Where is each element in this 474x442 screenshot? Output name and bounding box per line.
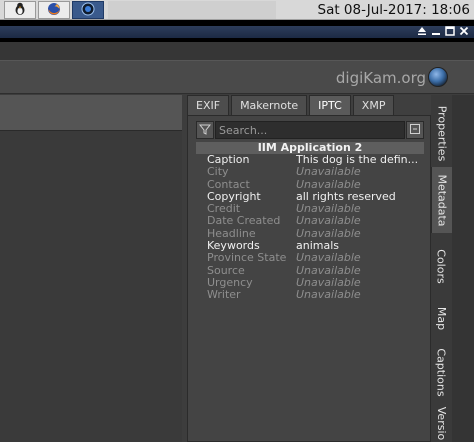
menubar — [0, 42, 474, 60]
window-titlebar[interactable] — [0, 20, 474, 42]
metadata-rows: Caption This dog is the defin... City Unava… — [196, 154, 424, 302]
iptc-tab-body: IIM Application 2 Caption This dog is the… — [187, 115, 431, 442]
metadata-key: Writer — [207, 289, 241, 302]
close-button[interactable] — [458, 26, 470, 38]
penguin-icon — [13, 2, 27, 19]
filter-button[interactable] — [196, 121, 214, 139]
filter-icon — [198, 123, 212, 138]
tab-xmp[interactable]: XMP — [352, 95, 395, 115]
metadata-value: Unavailable — [296, 166, 361, 179]
metadata-key: Headline — [207, 227, 256, 240]
header-banner: digiKam.org — [0, 60, 474, 94]
metadata-key: Caption — [207, 154, 250, 166]
firefox-icon — [47, 2, 61, 19]
metadata-row[interactable]: Contact Unavailable — [196, 179, 424, 191]
metadata-row[interactable]: Province State Unavailable — [196, 252, 424, 264]
metadata-row[interactable]: Writer Unavailable — [196, 289, 424, 301]
digikam-icon — [81, 2, 95, 19]
clear-search-button[interactable] — [406, 121, 424, 139]
metadata-key: Date Created — [207, 215, 281, 228]
sidebar-tab-map[interactable]: Map — [431, 299, 452, 337]
sidebar-tab-properties[interactable]: Properties — [431, 103, 452, 163]
taskbar-empty-area — [108, 1, 276, 19]
metadata-key: Credit — [207, 203, 241, 216]
sidebar-tab-metadata[interactable]: Metadata — [431, 167, 452, 233]
metadata-panel: EXIF Makernote IPTC XMP IIM Application … — [187, 95, 431, 442]
metadata-key: Keywords — [207, 240, 260, 253]
metadata-key: Urgency — [207, 276, 253, 289]
image-view-area[interactable] — [0, 95, 182, 442]
metadata-value: This dog is the defin... — [296, 154, 419, 166]
sidebar-tab-captions[interactable]: Captions — [431, 341, 452, 403]
metadata-tabs: EXIF Makernote IPTC XMP — [187, 95, 395, 115]
task-button-penguin[interactable] — [4, 1, 36, 19]
metadata-row[interactable]: Copyright all rights reserved — [196, 191, 424, 203]
clear-icon — [409, 123, 421, 138]
minimize-button[interactable] — [430, 26, 442, 38]
right-edge — [452, 95, 474, 442]
search-input[interactable] — [215, 121, 405, 139]
minimize-icon — [431, 26, 441, 39]
restore-button[interactable] — [416, 26, 428, 38]
metadata-row[interactable]: Date Created Unavailable — [196, 215, 424, 227]
metadata-row[interactable]: Keywords animals — [196, 240, 424, 252]
metadata-key: Copyright — [207, 190, 261, 203]
sidebar-tab-colors[interactable]: Colors — [431, 241, 452, 291]
maximize-icon — [445, 25, 455, 39]
metadata-value: Unavailable — [296, 252, 361, 265]
metadata-value: Unavailable — [296, 264, 361, 277]
metadata-key: Source — [207, 264, 245, 277]
sidebar-tab-versions[interactable]: Versio — [431, 401, 452, 442]
metadata-row[interactable]: Caption This dog is the defin... — [196, 154, 424, 166]
eject-icon — [417, 26, 427, 39]
titlebar-stripe — [0, 26, 474, 38]
metadata-row[interactable]: Source Unavailable — [196, 265, 424, 277]
metadata-key: City — [207, 166, 229, 179]
tab-exif[interactable]: EXIF — [187, 95, 230, 115]
metadata-value: Unavailable — [296, 178, 361, 191]
metadata-value: Unavailable — [296, 215, 361, 228]
left-toolbar-strip — [0, 95, 182, 131]
metadata-row[interactable]: City Unavailable — [196, 166, 424, 178]
metadata-key: Province State — [207, 252, 287, 265]
group-header: IIM Application 2 — [196, 142, 424, 154]
clock[interactable]: Sat 08-Jul-2017: 18:06 — [318, 0, 471, 20]
metadata-value: Unavailable — [296, 203, 361, 216]
metadata-value: animals — [296, 240, 340, 253]
metadata-row[interactable]: Urgency Unavailable — [196, 277, 424, 289]
metadata-value: Unavailable — [296, 276, 361, 289]
tab-iptc[interactable]: IPTC — [309, 95, 351, 115]
metadata-key: Contact — [207, 178, 250, 191]
window-controls — [416, 25, 470, 39]
search-row — [196, 121, 424, 139]
metadata-value: all rights reserved — [296, 190, 396, 203]
digikam-logo-icon — [428, 67, 448, 87]
close-icon — [459, 26, 469, 39]
metadata-value: Unavailable — [296, 227, 361, 240]
metadata-value: Unavailable — [296, 289, 361, 302]
metadata-row[interactable]: Headline Unavailable — [196, 228, 424, 240]
metadata-row[interactable]: Credit Unavailable — [196, 203, 424, 215]
iptc-metadata-list: IIM Application 2 Caption This dog is the… — [196, 142, 424, 302]
task-button-digikam[interactable] — [72, 1, 104, 19]
right-sidebar-tabs: Properties Metadata Colors Map Captions … — [431, 95, 452, 442]
task-button-firefox[interactable] — [38, 1, 70, 19]
maximize-button[interactable] — [444, 25, 456, 39]
tab-makernote[interactable]: Makernote — [231, 95, 308, 115]
brand-text: digiKam.org — [335, 69, 426, 87]
taskbar: Sat 08-Jul-2017: 18:06 — [0, 0, 474, 20]
